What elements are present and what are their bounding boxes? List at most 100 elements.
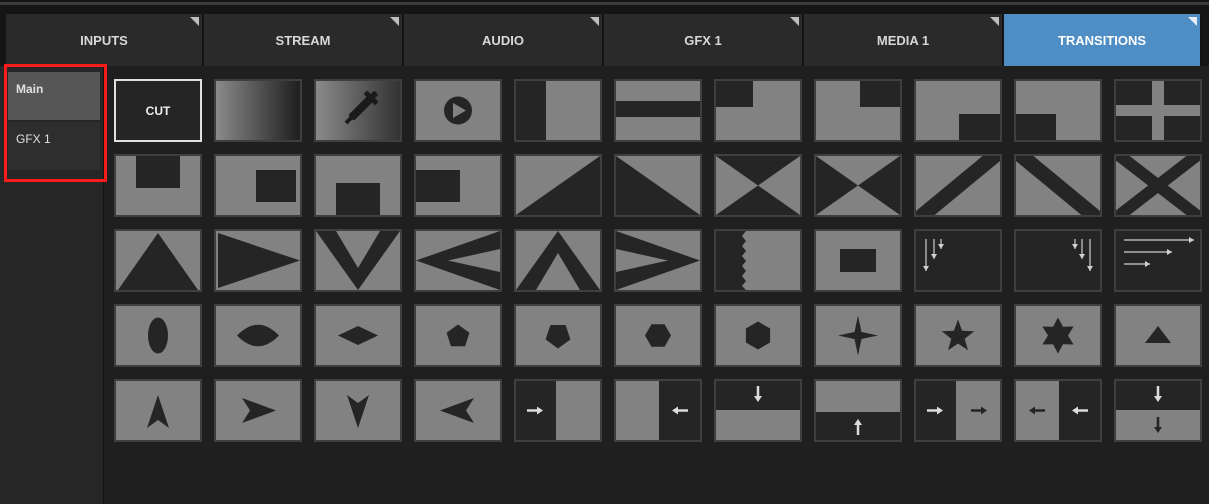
transition-pentagon-button[interactable]	[414, 304, 502, 367]
pentagon-rotated-icon	[545, 325, 571, 349]
transition-hourglass-horizontal-button[interactable]	[814, 154, 902, 217]
tab-stream[interactable]: STREAM	[204, 14, 403, 66]
push-down-icon	[716, 381, 800, 410]
transition-star-5-button[interactable]	[914, 304, 1002, 367]
transition-wipe-left-edge-button[interactable]	[514, 79, 602, 142]
sidebar-item-main[interactable]: Main	[8, 72, 100, 120]
transition-box-top-left-button[interactable]	[714, 79, 802, 142]
triangle-small-icon	[1145, 326, 1171, 343]
transition-hexagon-vertical-button[interactable]	[714, 304, 802, 367]
chevron-up-icon	[516, 231, 600, 290]
transition-diagonal-band-down-button[interactable]	[1014, 154, 1102, 217]
arrow-up-icon	[147, 395, 169, 428]
rect-center-icon	[840, 249, 876, 272]
transition-slide-down-button[interactable]	[1114, 379, 1202, 442]
transition-push-down-button[interactable]	[714, 379, 802, 442]
transition-push-right-button[interactable]	[514, 379, 602, 442]
fade-icon	[216, 81, 300, 140]
diagonal-band-up-icon	[916, 156, 1000, 215]
corner-triangle-icon	[990, 17, 999, 26]
tab-inputs[interactable]: INPUTS	[6, 14, 203, 66]
transition-diagonal-down-button[interactable]	[614, 154, 702, 217]
hexagon-vertical-icon	[745, 321, 771, 350]
transition-zigzag-wipe-button[interactable]	[714, 229, 802, 292]
eye-shape-icon	[237, 324, 279, 347]
transition-box-bottom-left-button[interactable]	[1014, 79, 1102, 142]
transition-slide-left-button[interactable]	[1014, 379, 1102, 442]
color-dip-icon	[316, 81, 400, 140]
transition-rect-center-button[interactable]	[814, 229, 902, 292]
transition-triangle-small-button[interactable]	[1114, 304, 1202, 367]
transition-star-6-button[interactable]	[1014, 304, 1102, 367]
transition-triangle-right-button[interactable]	[214, 229, 302, 292]
transition-fade-button[interactable]	[214, 79, 302, 142]
arrow-right-icon	[242, 398, 276, 423]
box-top-left-icon	[716, 81, 753, 107]
diagonal-down-icon	[616, 156, 700, 215]
transition-box-center-right-button[interactable]	[214, 154, 302, 217]
box-tl-corner-icon	[136, 156, 180, 188]
transition-arrow-down-button[interactable]	[314, 379, 402, 442]
wipe-top-bar-icon	[616, 101, 700, 117]
transition-chevron-down-button[interactable]	[314, 229, 402, 292]
transition-color-dip-button[interactable]	[314, 79, 402, 142]
star-4-icon	[838, 315, 878, 356]
sidebar-item-gfx-1[interactable]: GFX 1	[8, 122, 100, 170]
slide-down-icon	[1116, 381, 1200, 433]
transition-cut-button[interactable]: CUT	[114, 79, 202, 142]
push-right-icon	[516, 381, 556, 440]
transition-arrows-down-left-button[interactable]	[914, 229, 1002, 292]
transition-push-up-button[interactable]	[814, 379, 902, 442]
transition-arrow-right-button[interactable]	[214, 379, 302, 442]
hexagon-icon	[645, 324, 671, 347]
transition-chevron-right-button[interactable]	[614, 229, 702, 292]
triangle-up-icon	[118, 233, 198, 290]
transition-stinger-button[interactable]	[414, 79, 502, 142]
transition-chevron-left-button[interactable]	[414, 229, 502, 292]
corner-triangle-icon	[190, 17, 199, 26]
transition-wipe-top-bar-button[interactable]	[614, 79, 702, 142]
transition-push-left-button[interactable]	[614, 379, 702, 442]
transition-ellipse-vertical-button[interactable]	[114, 304, 202, 367]
transition-hexagon-button[interactable]	[614, 304, 702, 367]
transition-hourglass-vertical-button[interactable]	[714, 154, 802, 217]
tab-bar: INPUTS STREAM AUDIO GFX 1 MEDIA 1 TRANSITIONS	[0, 0, 1209, 66]
hourglass-vertical-icon	[716, 156, 800, 215]
transition-diagonal-band-up-button[interactable]	[914, 154, 1002, 217]
star-5-icon	[941, 319, 975, 351]
transition-slide-right-button[interactable]	[914, 379, 1002, 442]
transition-arrows-down-right-button[interactable]	[1014, 229, 1102, 292]
triangle-right-icon	[218, 233, 300, 288]
transition-triangle-up-button[interactable]	[114, 229, 202, 292]
tab-gfx-1[interactable]: GFX 1	[604, 14, 803, 66]
tab-label: TRANSITIONS	[1057, 32, 1147, 48]
box-top-right-icon	[860, 81, 900, 107]
transition-diagonal-up-button[interactable]	[514, 154, 602, 217]
transition-eye-shape-button[interactable]	[214, 304, 302, 367]
box-bottom-left-icon	[1016, 114, 1056, 140]
transition-arrow-left-button[interactable]	[414, 379, 502, 442]
transition-x-cross-button[interactable]	[1114, 154, 1202, 217]
arrow-left-icon	[440, 398, 474, 423]
diagonal-up-icon	[516, 156, 600, 215]
transition-box-left-center-button[interactable]	[414, 154, 502, 217]
tab-transitions[interactable]: TRANSITIONS	[1004, 14, 1201, 66]
arrows-down-left-icon	[916, 231, 1000, 290]
transition-quad-split-button[interactable]	[1114, 79, 1202, 142]
tab-media-1[interactable]: MEDIA 1	[804, 14, 1003, 66]
diamond-icon	[338, 326, 378, 345]
transition-box-tl-corner-button[interactable]	[114, 154, 202, 217]
transition-box-bottom-center-button[interactable]	[314, 154, 402, 217]
transition-box-top-right-button[interactable]	[814, 79, 902, 142]
transition-diamond-button[interactable]	[314, 304, 402, 367]
transition-box-bottom-right-button[interactable]	[914, 79, 1002, 142]
slide-left-icon	[1029, 381, 1100, 440]
transition-pentagon-rotated-button[interactable]	[514, 304, 602, 367]
transition-star-4-button[interactable]	[814, 304, 902, 367]
transition-arrows-right-lines-button[interactable]	[1114, 229, 1202, 292]
transition-chevron-up-button[interactable]	[514, 229, 602, 292]
tab-audio[interactable]: AUDIO	[404, 14, 603, 66]
corner-triangle-icon	[590, 17, 599, 26]
transition-arrow-up-button[interactable]	[114, 379, 202, 442]
box-bottom-center-icon	[336, 183, 380, 215]
